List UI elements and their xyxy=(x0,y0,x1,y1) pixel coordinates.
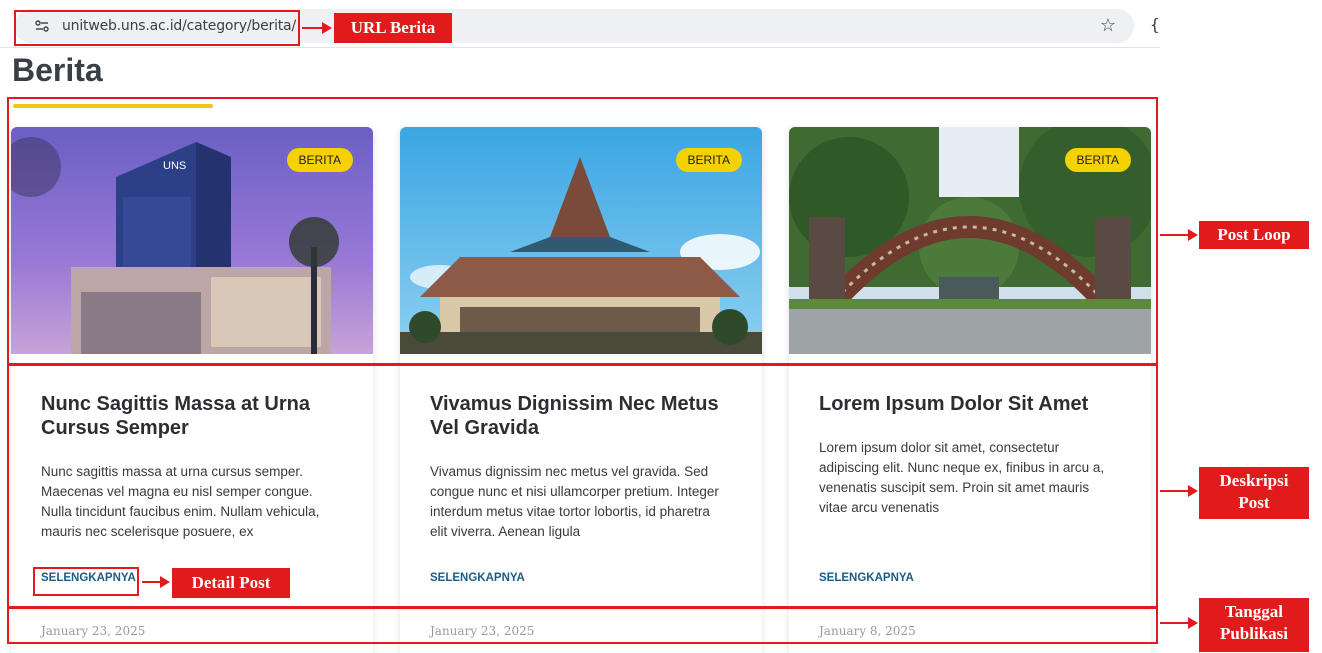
url-berita-label: URL Berita xyxy=(334,13,452,43)
category-badge[interactable]: BERITA xyxy=(286,148,353,172)
category-badge[interactable]: BERITA xyxy=(1064,148,1131,172)
post-loop-label: Post Loop xyxy=(1199,221,1309,249)
card-divider xyxy=(400,609,762,610)
category-badge[interactable]: BERITA xyxy=(675,148,742,172)
post-date: January 23, 2025 xyxy=(430,624,535,638)
post-excerpt: Nunc sagittis massa at urna cursus sempe… xyxy=(41,464,320,539)
page-title: Berita xyxy=(12,52,103,88)
read-more-link[interactable]: SELENGKAPNYA xyxy=(41,572,136,584)
post-loop-arrow xyxy=(1160,229,1198,241)
post-date: January 23, 2025 xyxy=(41,624,146,638)
post-thumbnail[interactable]: UNS BERITA xyxy=(11,127,373,354)
bookmark-star-icon[interactable]: ☆ xyxy=(1100,15,1116,36)
site-info-icon[interactable] xyxy=(34,18,50,34)
detail-post-arrow xyxy=(142,576,170,588)
url-arrow xyxy=(302,22,332,34)
url-text[interactable]: unitweb.uns.ac.id/category/berita/ xyxy=(62,18,296,34)
post-description-label-line1: Deskripsi xyxy=(1219,471,1289,490)
publication-date-arrow xyxy=(1160,617,1198,629)
post-excerpt: Lorem ipsum dolor sit amet, consectetur … xyxy=(819,440,1105,515)
card-divider xyxy=(789,609,1151,610)
post-description-arrow xyxy=(1160,485,1198,497)
post-description-label: Deskripsi Post xyxy=(1199,467,1309,519)
card-divider xyxy=(11,609,373,610)
post-thumbnail[interactable]: BERITA xyxy=(789,127,1151,354)
post-title[interactable]: Lorem Ipsum Dolor Sit Amet xyxy=(819,392,1119,416)
read-more-link[interactable]: SELENGKAPNYA xyxy=(430,572,525,584)
read-more-link[interactable]: SELENGKAPNYA xyxy=(819,572,914,584)
post-date: January 8, 2025 xyxy=(819,624,916,638)
post-thumbnail[interactable]: BERITA xyxy=(400,127,762,354)
post-description-label-line2: Post xyxy=(1238,493,1270,512)
svg-text:UNS: UNS xyxy=(163,160,186,172)
publication-date-label-line2: Publikasi xyxy=(1219,624,1289,643)
post-card[interactable]: BERITA Vivamus Dignissim Nec Metus Vel G… xyxy=(400,127,762,653)
detail-post-label: Detail Post xyxy=(172,568,290,598)
toolbar-divider xyxy=(0,47,1160,48)
post-title[interactable]: Vivamus Dignissim Nec Metus Vel Gravida xyxy=(430,392,730,440)
post-excerpt: Vivamus dignissim nec metus vel gravida.… xyxy=(430,464,719,539)
publication-date-label-line1: Tanggal xyxy=(1225,602,1283,621)
address-bar[interactable]: unitweb.uns.ac.id/category/berita/ ☆ xyxy=(14,9,1134,43)
post-title[interactable]: Nunc Sagittis Massa at Urna Cursus Sempe… xyxy=(41,392,341,440)
extension-icon[interactable]: { xyxy=(1150,15,1160,34)
publication-date-label: Tanggal Publikasi xyxy=(1199,598,1309,652)
post-card[interactable]: BERITA Lorem Ipsum Dolor Sit Amet Lorem … xyxy=(789,127,1151,653)
title-underline xyxy=(13,104,213,108)
